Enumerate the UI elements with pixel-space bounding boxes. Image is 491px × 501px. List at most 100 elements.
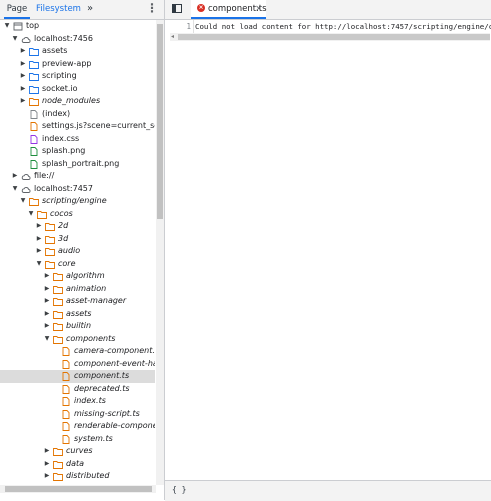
tree-item[interactable]: ▶ builtin <box>0 320 155 333</box>
tree-item-label: deprecated.ts <box>74 383 130 393</box>
tree-item-label: distributed <box>66 471 110 480</box>
caret-right-icon[interactable]: ▶ <box>19 58 27 71</box>
tree-horizontal-scroll-thumb[interactable] <box>5 486 152 492</box>
tree-item[interactable]: renderable-component.ts <box>0 420 155 433</box>
frame-icon <box>13 22 23 31</box>
caret-down-icon[interactable]: ▼ <box>3 20 11 33</box>
tree-item[interactable]: ▼ scripting/engine <box>0 195 155 208</box>
caret-right-icon[interactable]: ▶ <box>43 308 51 321</box>
tree-item-label: index.css <box>42 133 80 143</box>
tree-item[interactable]: ▶ data <box>0 458 155 471</box>
caret-down-icon[interactable]: ▼ <box>35 258 43 271</box>
caret-down-icon[interactable]: ▼ <box>43 333 51 346</box>
tree-item[interactable]: (index) <box>0 108 155 121</box>
caret-down-icon[interactable]: ▼ <box>19 195 27 208</box>
tree-item[interactable]: index.ts <box>0 395 155 408</box>
caret-right-icon[interactable]: ▶ <box>43 445 51 458</box>
editor-status-bar: { } <box>165 480 491 501</box>
caret-down-icon[interactable]: ▼ <box>27 208 35 221</box>
folder-icon <box>53 272 63 281</box>
tree-item[interactable]: ▶ 2d <box>0 220 155 233</box>
folder-icon <box>29 60 39 69</box>
tree-item[interactable]: splash.png <box>0 145 155 158</box>
tree-item[interactable]: ▶ assets <box>0 45 155 58</box>
tree-item[interactable]: ▼ localhost:7456 <box>0 33 155 46</box>
caret-right-icon[interactable]: ▶ <box>43 458 51 471</box>
double-chevron-right-icon[interactable]: » <box>84 0 96 18</box>
tab-component-ts[interactable]: × component.ts × <box>191 0 267 19</box>
tree-item[interactable]: splash_portrait.png <box>0 158 155 171</box>
tree-vertical-scroll-thumb[interactable] <box>157 24 163 219</box>
tree-item[interactable]: ▶ 3d <box>0 233 155 246</box>
tree-item-label: missing-script.ts <box>74 408 140 418</box>
tree-item[interactable]: ▶ distributed <box>0 470 155 483</box>
tree-item[interactable]: missing-script.ts <box>0 408 155 421</box>
file-icon <box>61 384 71 394</box>
caret-right-icon[interactable]: ▶ <box>35 233 43 246</box>
caret-right-icon[interactable]: ▶ <box>19 83 27 96</box>
tree-item[interactable]: ▶ assets <box>0 308 155 321</box>
code-editor[interactable]: 1 Could not load content for http://loca… <box>165 20 491 480</box>
caret-right-icon[interactable]: ▶ <box>35 245 43 258</box>
caret-right-icon[interactable]: ▶ <box>19 45 27 58</box>
more-vert-icon[interactable]: ⋮ <box>146 0 158 18</box>
tree-item[interactable]: camera-component.ts <box>0 345 155 358</box>
tree-item-label: top <box>26 21 40 30</box>
caret-right-icon[interactable]: ▶ <box>43 270 51 283</box>
tree-item[interactable]: ▶ algorithm <box>0 270 155 283</box>
tree-item[interactable]: ▶ node_modules <box>0 95 155 108</box>
tree-item[interactable]: component.ts <box>0 370 155 383</box>
folder-icon <box>37 210 47 219</box>
caret-right-icon[interactable]: ▶ <box>19 70 27 83</box>
tree-item-label: algorithm <box>66 271 105 280</box>
tree-item-label: 3d <box>58 233 69 243</box>
caret-right-icon[interactable]: ▶ <box>43 320 51 333</box>
folder-icon <box>29 197 39 206</box>
folder-icon <box>53 472 63 481</box>
caret-right-icon[interactable]: ▶ <box>19 95 27 108</box>
tree-item[interactable]: ▶ file:// <box>0 170 155 183</box>
tree-item-label: audio <box>58 246 81 255</box>
file-icon <box>61 359 71 369</box>
folder-icon <box>45 260 55 269</box>
tree-item[interactable]: settings.js?scene=current_scene <box>0 120 155 133</box>
tree-item[interactable]: ▶ curves <box>0 445 155 458</box>
folder-icon <box>53 310 63 319</box>
tree-item[interactable]: index.css <box>0 133 155 146</box>
tree-item[interactable]: ▼ core <box>0 258 155 271</box>
file-icon <box>29 159 39 169</box>
sidebar-toggle-icon[interactable] <box>172 4 182 13</box>
tree-item[interactable]: ▶ preview-app <box>0 58 155 71</box>
tree-item[interactable]: ▼ cocos <box>0 208 155 221</box>
caret-right-icon[interactable]: ▶ <box>43 283 51 296</box>
tree-item[interactable]: ▶ asset-manager <box>0 295 155 308</box>
tree-item[interactable]: component-event-handler.ts <box>0 358 155 371</box>
scroll-left-arrow-icon[interactable]: ◂ <box>171 33 174 41</box>
tree-item[interactable]: ▶ socket.io <box>0 83 155 96</box>
tree-item[interactable]: ▼ localhost:7457 <box>0 183 155 196</box>
caret-down-icon[interactable]: ▼ <box>11 33 19 46</box>
caret-right-icon[interactable]: ▶ <box>35 220 43 233</box>
folder-icon <box>53 460 63 469</box>
file-icon <box>29 134 39 144</box>
tree-item[interactable]: ▼ components <box>0 333 155 346</box>
caret-right-icon[interactable]: ▶ <box>43 470 51 483</box>
caret-down-icon[interactable]: ▼ <box>11 183 19 196</box>
editor-horizontal-scroll-thumb[interactable] <box>178 34 490 40</box>
pretty-print-button[interactable]: { } <box>172 485 186 494</box>
caret-right-icon[interactable]: ▶ <box>11 170 19 183</box>
close-icon[interactable]: × <box>255 0 263 18</box>
tree-item[interactable]: system.ts <box>0 433 155 446</box>
folder-icon <box>45 235 55 244</box>
tab-filesystem[interactable]: Filesystem <box>36 0 81 18</box>
tree-item[interactable]: ▶ audio <box>0 245 155 258</box>
tree-item[interactable]: ▶ scripting <box>0 70 155 83</box>
folder-icon <box>45 222 55 231</box>
tree-item[interactable]: ▼ top <box>0 20 155 33</box>
tree-item-label: splash_portrait.png <box>42 158 120 168</box>
caret-right-icon[interactable]: ▶ <box>43 295 51 308</box>
tree-item[interactable]: ▶ animation <box>0 283 155 296</box>
tree-item[interactable]: deprecated.ts <box>0 383 155 396</box>
file-icon <box>61 347 71 356</box>
tab-page[interactable]: Page <box>4 0 30 19</box>
